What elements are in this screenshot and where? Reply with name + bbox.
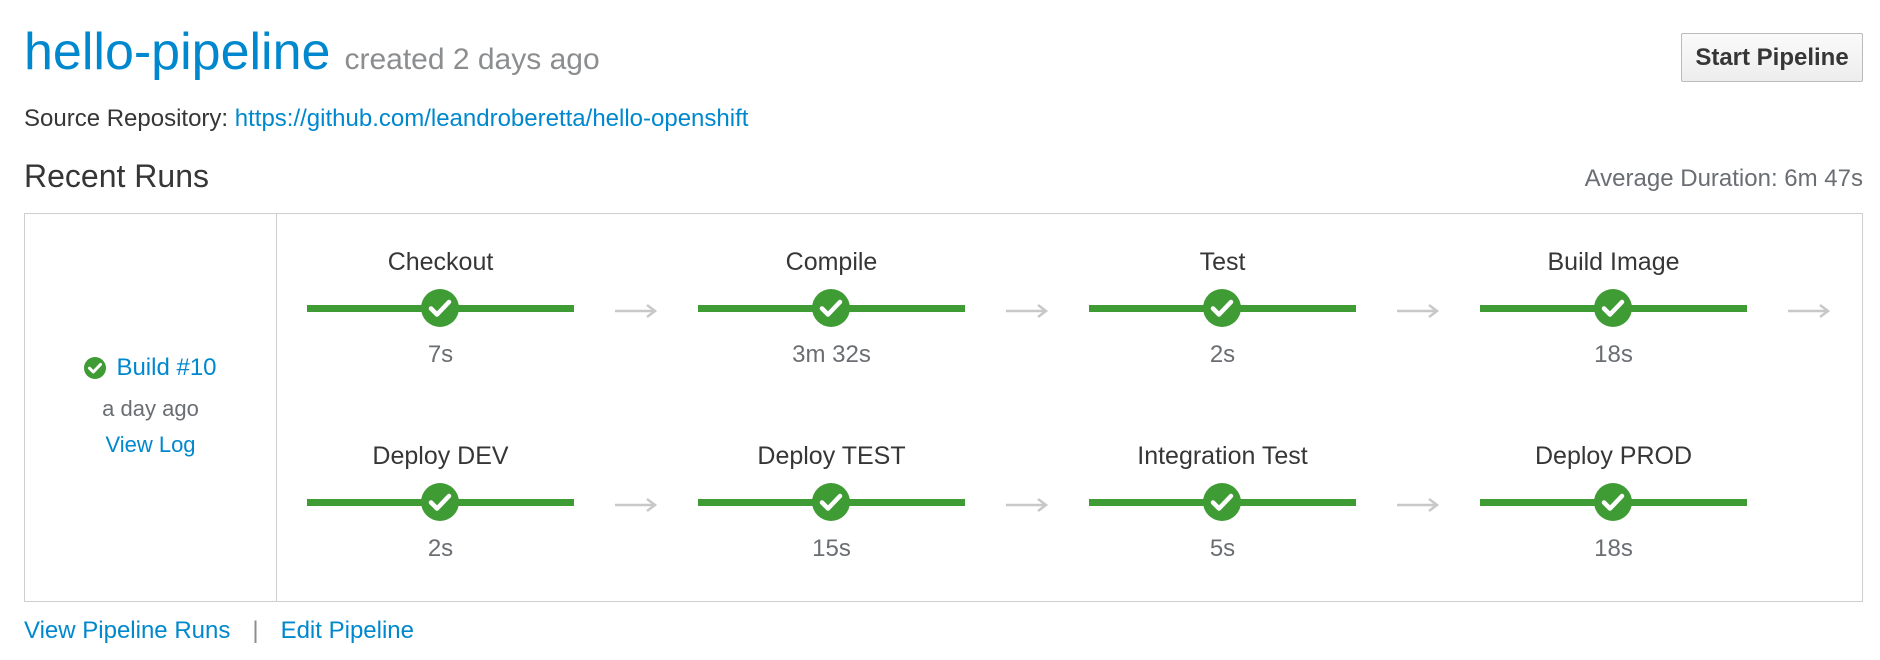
stage-name: Checkout [387, 248, 494, 276]
stage-name: Compile [785, 248, 878, 276]
stage-duration: 3m 32s [792, 341, 871, 368]
arrow-right-icon [615, 498, 658, 512]
pipeline-stage[interactable]: Deploy PROD 18s [1480, 441, 1747, 563]
stage-success-icon [1594, 289, 1632, 327]
stage-success-icon [421, 289, 459, 327]
source-repository-label: Source Repository: [24, 105, 229, 132]
build-summary: Build #10 a day ago View Log [25, 214, 277, 601]
stage-duration: 7s [427, 341, 454, 368]
created-time: created 2 days ago [344, 43, 600, 76]
stage-success-icon [421, 483, 459, 521]
stage-duration: 2s [1209, 341, 1236, 368]
arrow-right-icon [1006, 498, 1049, 512]
pipeline-stage[interactable]: Test 2s [1089, 247, 1356, 369]
stage-success-icon [812, 289, 850, 327]
arrow-right-icon [1788, 304, 1831, 318]
arrow-right-icon [1006, 304, 1049, 318]
pipeline-stage[interactable]: Checkout 7s [307, 247, 574, 369]
success-check-icon [84, 357, 107, 379]
stage-duration: 18s [1594, 341, 1633, 368]
source-repository: Source Repository: https://github.com/le… [24, 105, 748, 133]
pipeline-stage[interactable]: Build Image 18s [1480, 247, 1747, 369]
stage-success-icon [1203, 483, 1241, 521]
average-duration: Average Duration: 6m 47s [1584, 165, 1863, 192]
pipeline-stage[interactable]: Integration Test 5s [1089, 441, 1356, 563]
stage-name: Test [1199, 248, 1246, 276]
pipeline-page: hello-pipeline created 2 days ago Start … [0, 0, 1880, 660]
recent-runs-panel: Build #10 a day ago View Log Checkout 7s… [24, 213, 1863, 602]
start-pipeline-button[interactable]: Start Pipeline [1681, 33, 1863, 82]
stage-success-icon [1594, 483, 1632, 521]
stage-name: Deploy TEST [757, 442, 906, 470]
stage-duration: 5s [1209, 535, 1236, 562]
pipeline-footer-links: View Pipeline Runs | Edit Pipeline [24, 617, 414, 645]
arrow-right-icon [615, 304, 658, 318]
view-log-link[interactable]: View Log [105, 432, 195, 458]
stage-name: Deploy PROD [1535, 442, 1692, 470]
edit-pipeline-link[interactable]: Edit Pipeline [281, 617, 414, 645]
stage-name: Deploy DEV [372, 442, 509, 470]
stage-name: Integration Test [1137, 442, 1308, 470]
pipeline-name-link[interactable]: hello-pipeline [24, 26, 330, 78]
stage-success-icon [1203, 289, 1241, 327]
build-time: a day ago [102, 396, 199, 421]
view-pipeline-runs-link[interactable]: View Pipeline Runs [24, 617, 230, 645]
pipeline-header: hello-pipeline created 2 days ago [24, 26, 600, 78]
stage-duration: 15s [812, 535, 851, 562]
recent-runs-title: Recent Runs [24, 158, 209, 194]
stage-success-icon [812, 483, 850, 521]
pipeline-stage[interactable]: Deploy TEST 15s [698, 441, 965, 563]
stage-duration: 18s [1594, 535, 1633, 562]
pipeline-stage[interactable]: Compile 3m 32s [698, 247, 965, 369]
build-link[interactable]: Build #10 [116, 354, 216, 382]
pipeline-stage[interactable]: Deploy DEV 2s [307, 441, 574, 563]
arrow-right-icon [1397, 498, 1440, 512]
arrow-right-icon [1397, 304, 1440, 318]
stage-duration: 2s [427, 535, 454, 562]
stage-name: Build Image [1547, 248, 1680, 276]
link-separator: | [252, 617, 259, 644]
source-repository-link[interactable]: https://github.com/leandroberetta/hello-… [235, 105, 749, 132]
